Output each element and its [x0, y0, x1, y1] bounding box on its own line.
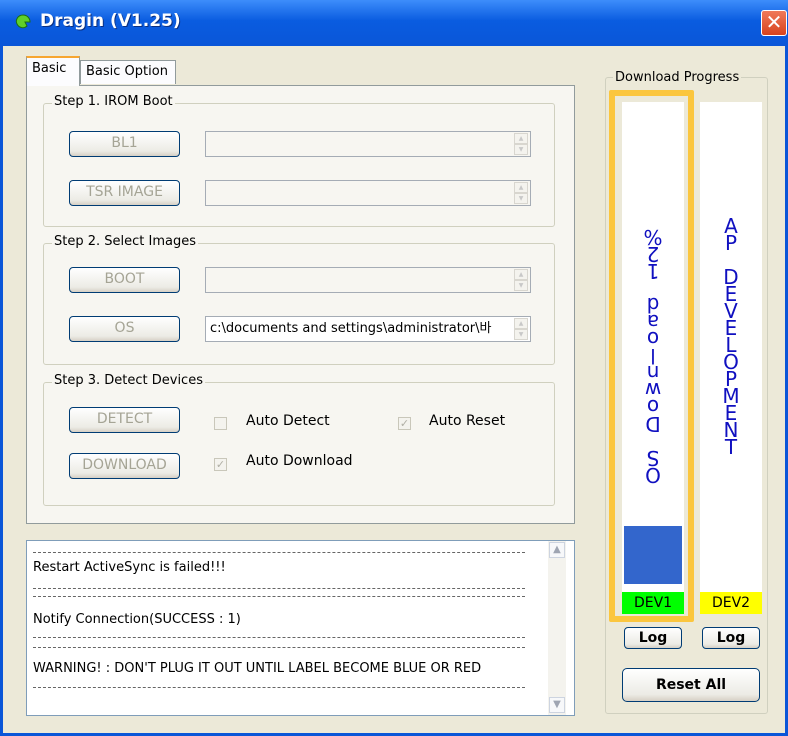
status-char: T [724, 435, 738, 459]
os-path-field[interactable]: c:\documents and settings\administrator\… [205, 316, 531, 342]
log-separator [33, 637, 525, 638]
auto-reset-label: Auto Reset [429, 413, 506, 429]
step1-group [43, 103, 555, 227]
bl1-spin[interactable]: ▲ ▼ [514, 133, 528, 155]
bl1-path-field[interactable]: ▲ ▼ [205, 131, 531, 157]
detect-button[interactable]: DETECT [69, 407, 180, 433]
os-spin[interactable]: ▲ ▼ [514, 318, 528, 340]
step2-title: Step 2. Select Images [52, 234, 198, 249]
window-title: Dragin (V1.25) [40, 11, 181, 31]
boot-path-field[interactable]: ▲ ▼ [205, 267, 531, 293]
tsr-image-spin[interactable]: ▲ ▼ [514, 182, 528, 204]
scroll-up-arrow[interactable]: ▲ [549, 542, 565, 558]
tab-basic[interactable]: Basic [26, 56, 80, 86]
tsr-image-path-field[interactable]: ▲ ▼ [205, 180, 531, 206]
log-separator [33, 552, 525, 553]
auto-detect-checkbox[interactable] [214, 417, 227, 430]
dev1-log-button[interactable]: Log [624, 627, 682, 649]
step1-title: Step 1. IROM Boot [52, 94, 175, 109]
download-progress-title: Download Progress [613, 70, 742, 85]
os-path-value: c:\documents and settings\administrator\… [210, 321, 492, 336]
boot-spin[interactable]: ▲ ▼ [514, 269, 528, 291]
log-separator [33, 687, 525, 688]
download-button[interactable]: DOWNLOAD [69, 453, 180, 479]
boot-button[interactable]: BOOT [69, 267, 180, 293]
bl1-button[interactable]: BL1 [69, 131, 180, 157]
step2-group [43, 243, 555, 365]
tsr-image-button[interactable]: TSR IMAGE [69, 180, 180, 206]
close-button[interactable]: ✕ [761, 10, 787, 36]
os-button[interactable]: OS [69, 316, 180, 342]
log-separator [33, 647, 525, 648]
log-separator [33, 588, 525, 589]
dev2-log-button[interactable]: Log [702, 627, 760, 649]
log-line: WARNING! : DON'T PLUG IT OUT UNTIL LABEL… [33, 661, 482, 676]
dev2-status-text: AP DEVELOPMENT [716, 216, 746, 459]
log-line: Notify Connection(SUCCESS : 1) [33, 612, 241, 627]
step3-group [43, 382, 555, 506]
app-icon [14, 13, 32, 31]
log-separator [33, 596, 525, 597]
tab-basic-option[interactable]: Basic Option [80, 60, 176, 84]
dev2-progress-bar: AP DEVELOPMENT [700, 102, 762, 614]
auto-download-checkbox[interactable]: ✓ [214, 458, 227, 471]
reset-all-button[interactable]: Reset All [622, 668, 760, 702]
dev2-label: DEV2 [700, 592, 762, 614]
dev1-highlight-box [609, 90, 694, 622]
step3-title: Step 3. Detect Devices [52, 373, 205, 388]
log-line: Restart ActiveSync is failed!!! [33, 560, 226, 575]
log-scrollbar[interactable]: ▲ ▼ [548, 541, 566, 715]
auto-detect-label: Auto Detect [246, 413, 330, 429]
auto-reset-checkbox[interactable]: ✓ [398, 417, 411, 430]
auto-download-label: Auto Download [246, 453, 353, 469]
scroll-down-arrow[interactable]: ▼ [549, 697, 565, 713]
log-output[interactable]: Restart ActiveSync is failed!!! Notify C… [26, 540, 575, 716]
